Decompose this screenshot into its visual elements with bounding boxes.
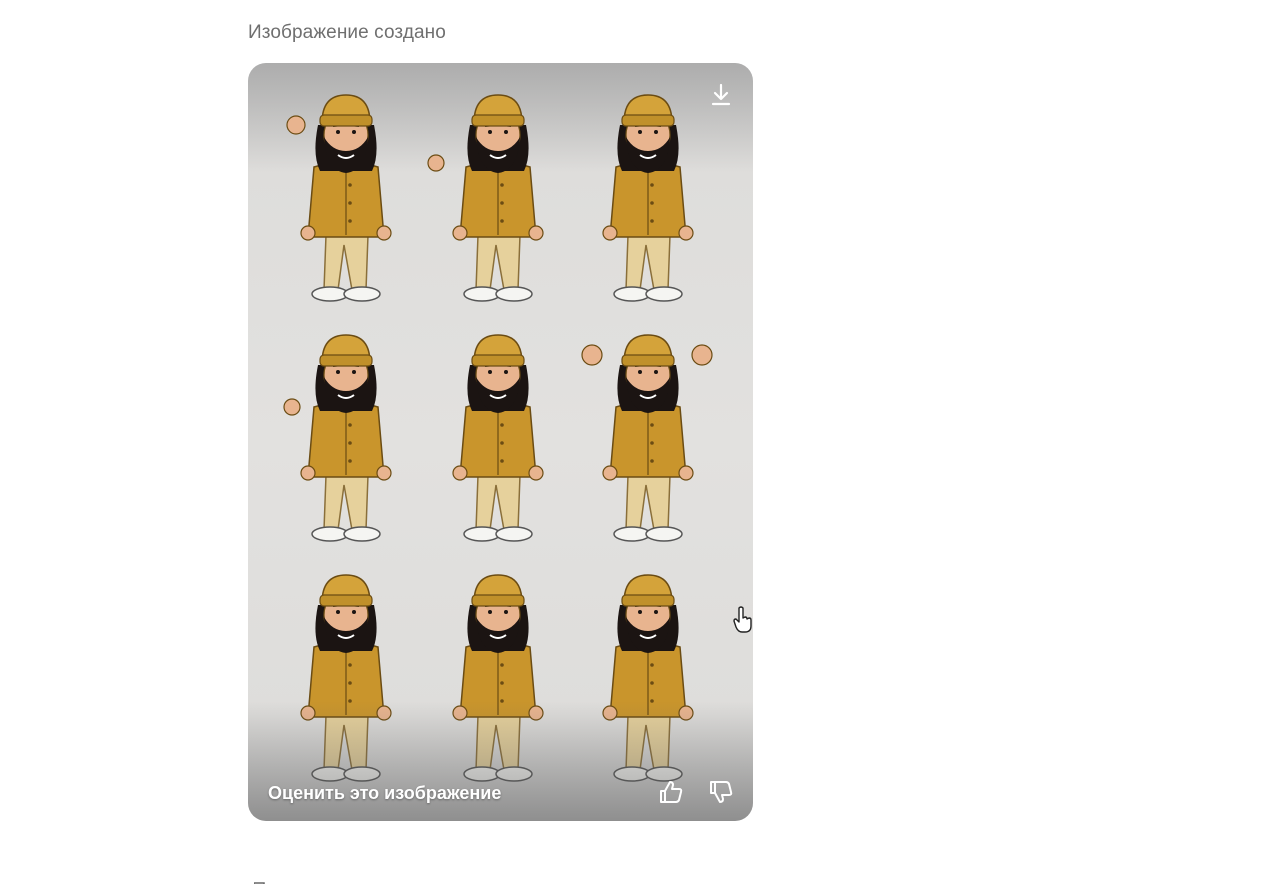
thumbs-up-icon xyxy=(660,781,683,803)
character-pose-3 xyxy=(602,94,694,302)
download-icon xyxy=(711,83,731,106)
character-pose-5 xyxy=(452,334,544,542)
rate-image-label: Оценить это изображение xyxy=(268,783,502,803)
like-button[interactable] xyxy=(653,775,689,809)
character-pose-1 xyxy=(286,94,392,302)
dislike-button[interactable] xyxy=(703,775,739,809)
download-button[interactable] xyxy=(703,77,739,113)
character-sheet-image xyxy=(283,94,713,782)
message-status: Изображение создано xyxy=(248,22,446,43)
character-pose-2 xyxy=(427,94,544,302)
thumbs-down-icon xyxy=(710,781,733,803)
character-pose-6 xyxy=(581,334,713,542)
hand-pointer-cursor-icon xyxy=(733,606,752,633)
next-message-edge xyxy=(254,876,294,884)
character-pose-4 xyxy=(283,334,392,542)
generated-image-card[interactable]: Оценить это изображение xyxy=(248,63,753,821)
